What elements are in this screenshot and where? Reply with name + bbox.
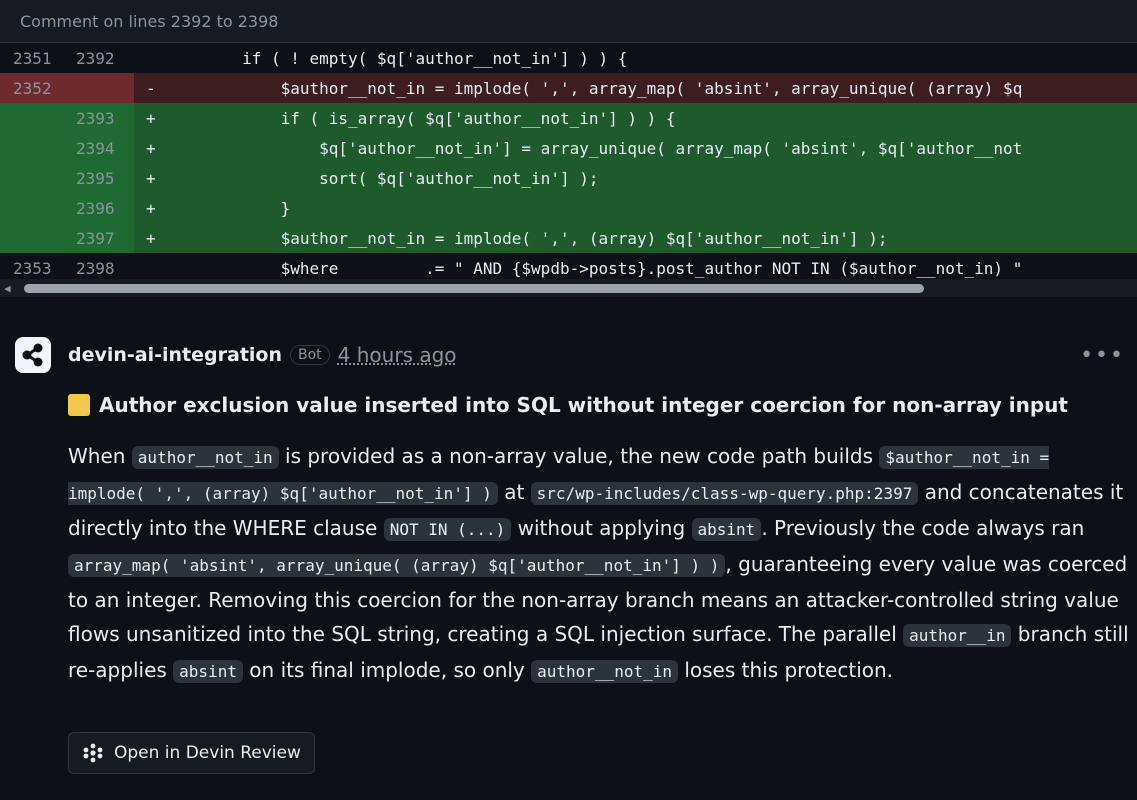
- diff-code: $q['author__not_in'] = array_unique( arr…: [165, 138, 1023, 158]
- diff-sign: +: [146, 108, 156, 128]
- diff-code: if ( ! empty( $q['author__not_in'] ) ) {: [165, 48, 1137, 68]
- diff-row: 2351 2392 if ( ! empty( $q['author__not_…: [0, 43, 1137, 73]
- diff-row: 2393 + if ( is_array( $q['author__not_in…: [0, 103, 1137, 133]
- diff-code: sort( $q['author__not_in'] );: [165, 168, 599, 188]
- devin-review-icon: [83, 743, 103, 763]
- added-line-gutter: 2397: [0, 223, 134, 253]
- old-line-number[interactable]: 2353: [0, 259, 61, 278]
- review-comment: devin-ai-integration Bot 4 hours ago •••…: [0, 297, 1137, 774]
- inline-code: absint: [173, 660, 243, 683]
- diff-row: 2396 + }: [0, 193, 1137, 223]
- bot-badge: Bot: [290, 345, 330, 365]
- diff-sign: +: [146, 168, 156, 188]
- diff-code: $where .= " AND {$wpdb->posts}.post_auth…: [165, 258, 1137, 278]
- diff-view: 2351 2392 if ( ! empty( $q['author__not_…: [0, 43, 1137, 297]
- button-label: Open in Devin Review: [114, 743, 301, 763]
- inline-code: author__not_in: [531, 660, 678, 683]
- diff-code: $author__not_in = implode( ',', array_ma…: [165, 78, 1023, 98]
- avatar[interactable]: [15, 337, 51, 373]
- scrollbar-thumb[interactable]: [24, 284, 924, 293]
- inline-code: absint: [691, 518, 762, 541]
- warning-square-icon: [68, 394, 90, 416]
- body-text: without applying: [511, 516, 692, 540]
- added-line-gutter: 2393: [0, 103, 134, 133]
- inline-code: author__not_in: [131, 446, 279, 469]
- diff-code: $author__not_in = implode( ',', (array) …: [165, 228, 888, 248]
- diff-code: }: [165, 198, 291, 218]
- comment-title-text: Author exclusion value inserted into SQL…: [99, 393, 1068, 417]
- diff-sign: +: [146, 138, 156, 158]
- old-line-number[interactable]: 2351: [0, 49, 61, 68]
- new-line-number[interactable]: 2394: [61, 139, 134, 158]
- new-line-number[interactable]: 2398: [61, 259, 134, 278]
- new-line-number[interactable]: 2393: [61, 109, 134, 128]
- diff-row: 2352 - $author__not_in = implode( ',', a…: [0, 73, 1137, 103]
- diff-sign: +: [146, 228, 156, 248]
- inline-code: src/wp-includes/class-wp-query.php:2397: [530, 482, 919, 505]
- comment-title: Author exclusion value inserted into SQL…: [68, 393, 1068, 417]
- body-text: at: [497, 480, 531, 504]
- deleted-line-gutter: 2352: [0, 73, 134, 103]
- inline-code: array_map( 'absint', array_unique( (arra…: [68, 554, 726, 577]
- timestamp-link[interactable]: 4 hours ago: [338, 343, 457, 367]
- comment-range-header: Comment on lines 2392 to 2398: [0, 0, 1137, 43]
- body-text: . Previously the code always ran: [761, 516, 1085, 540]
- comment-range-label: Comment on lines 2392 to 2398: [20, 11, 279, 31]
- comment-meta: devin-ai-integration Bot 4 hours ago: [68, 343, 457, 367]
- comment-body: When author__not_in is provided as a non…: [68, 439, 1133, 689]
- new-line-number[interactable]: 2392: [61, 49, 134, 68]
- diff-sign: +: [146, 198, 156, 218]
- new-line-number[interactable]: 2395: [61, 169, 134, 188]
- open-in-devin-review-button[interactable]: Open in Devin Review: [68, 732, 315, 774]
- body-text: is provided as a non-array value, the ne…: [278, 444, 880, 468]
- diff-code: if ( is_array( $q['author__not_in'] ) ) …: [165, 108, 676, 128]
- old-line-number[interactable]: 2352: [0, 79, 61, 98]
- added-line-gutter: 2395: [0, 163, 134, 193]
- diff-row: 2397 + $author__not_in = implode( ',', (…: [0, 223, 1137, 253]
- devin-logo-icon: [22, 343, 43, 367]
- author-name[interactable]: devin-ai-integration: [68, 344, 282, 366]
- body-text: When: [68, 444, 132, 468]
- body-text: on its final implode, so only: [242, 658, 532, 682]
- diff-row: 2394 + $q['author__not_in'] = array_uniq…: [0, 133, 1137, 163]
- inline-code: author__in: [903, 624, 1012, 647]
- added-line-gutter: 2396: [0, 193, 134, 223]
- added-line-gutter: 2394: [0, 133, 134, 163]
- new-line-number[interactable]: 2397: [61, 229, 134, 248]
- body-text: loses this protection.: [677, 658, 894, 682]
- diff-sign: -: [146, 78, 156, 98]
- new-line-number[interactable]: 2396: [61, 199, 134, 218]
- inline-code: NOT IN (...): [383, 518, 512, 541]
- diff-row: 2395 + sort( $q['author__not_in'] );: [0, 163, 1137, 193]
- scroll-left-icon[interactable]: ◀: [4, 282, 11, 295]
- horizontal-scrollbar[interactable]: ◀: [0, 279, 1137, 297]
- kebab-icon[interactable]: •••: [1080, 343, 1125, 368]
